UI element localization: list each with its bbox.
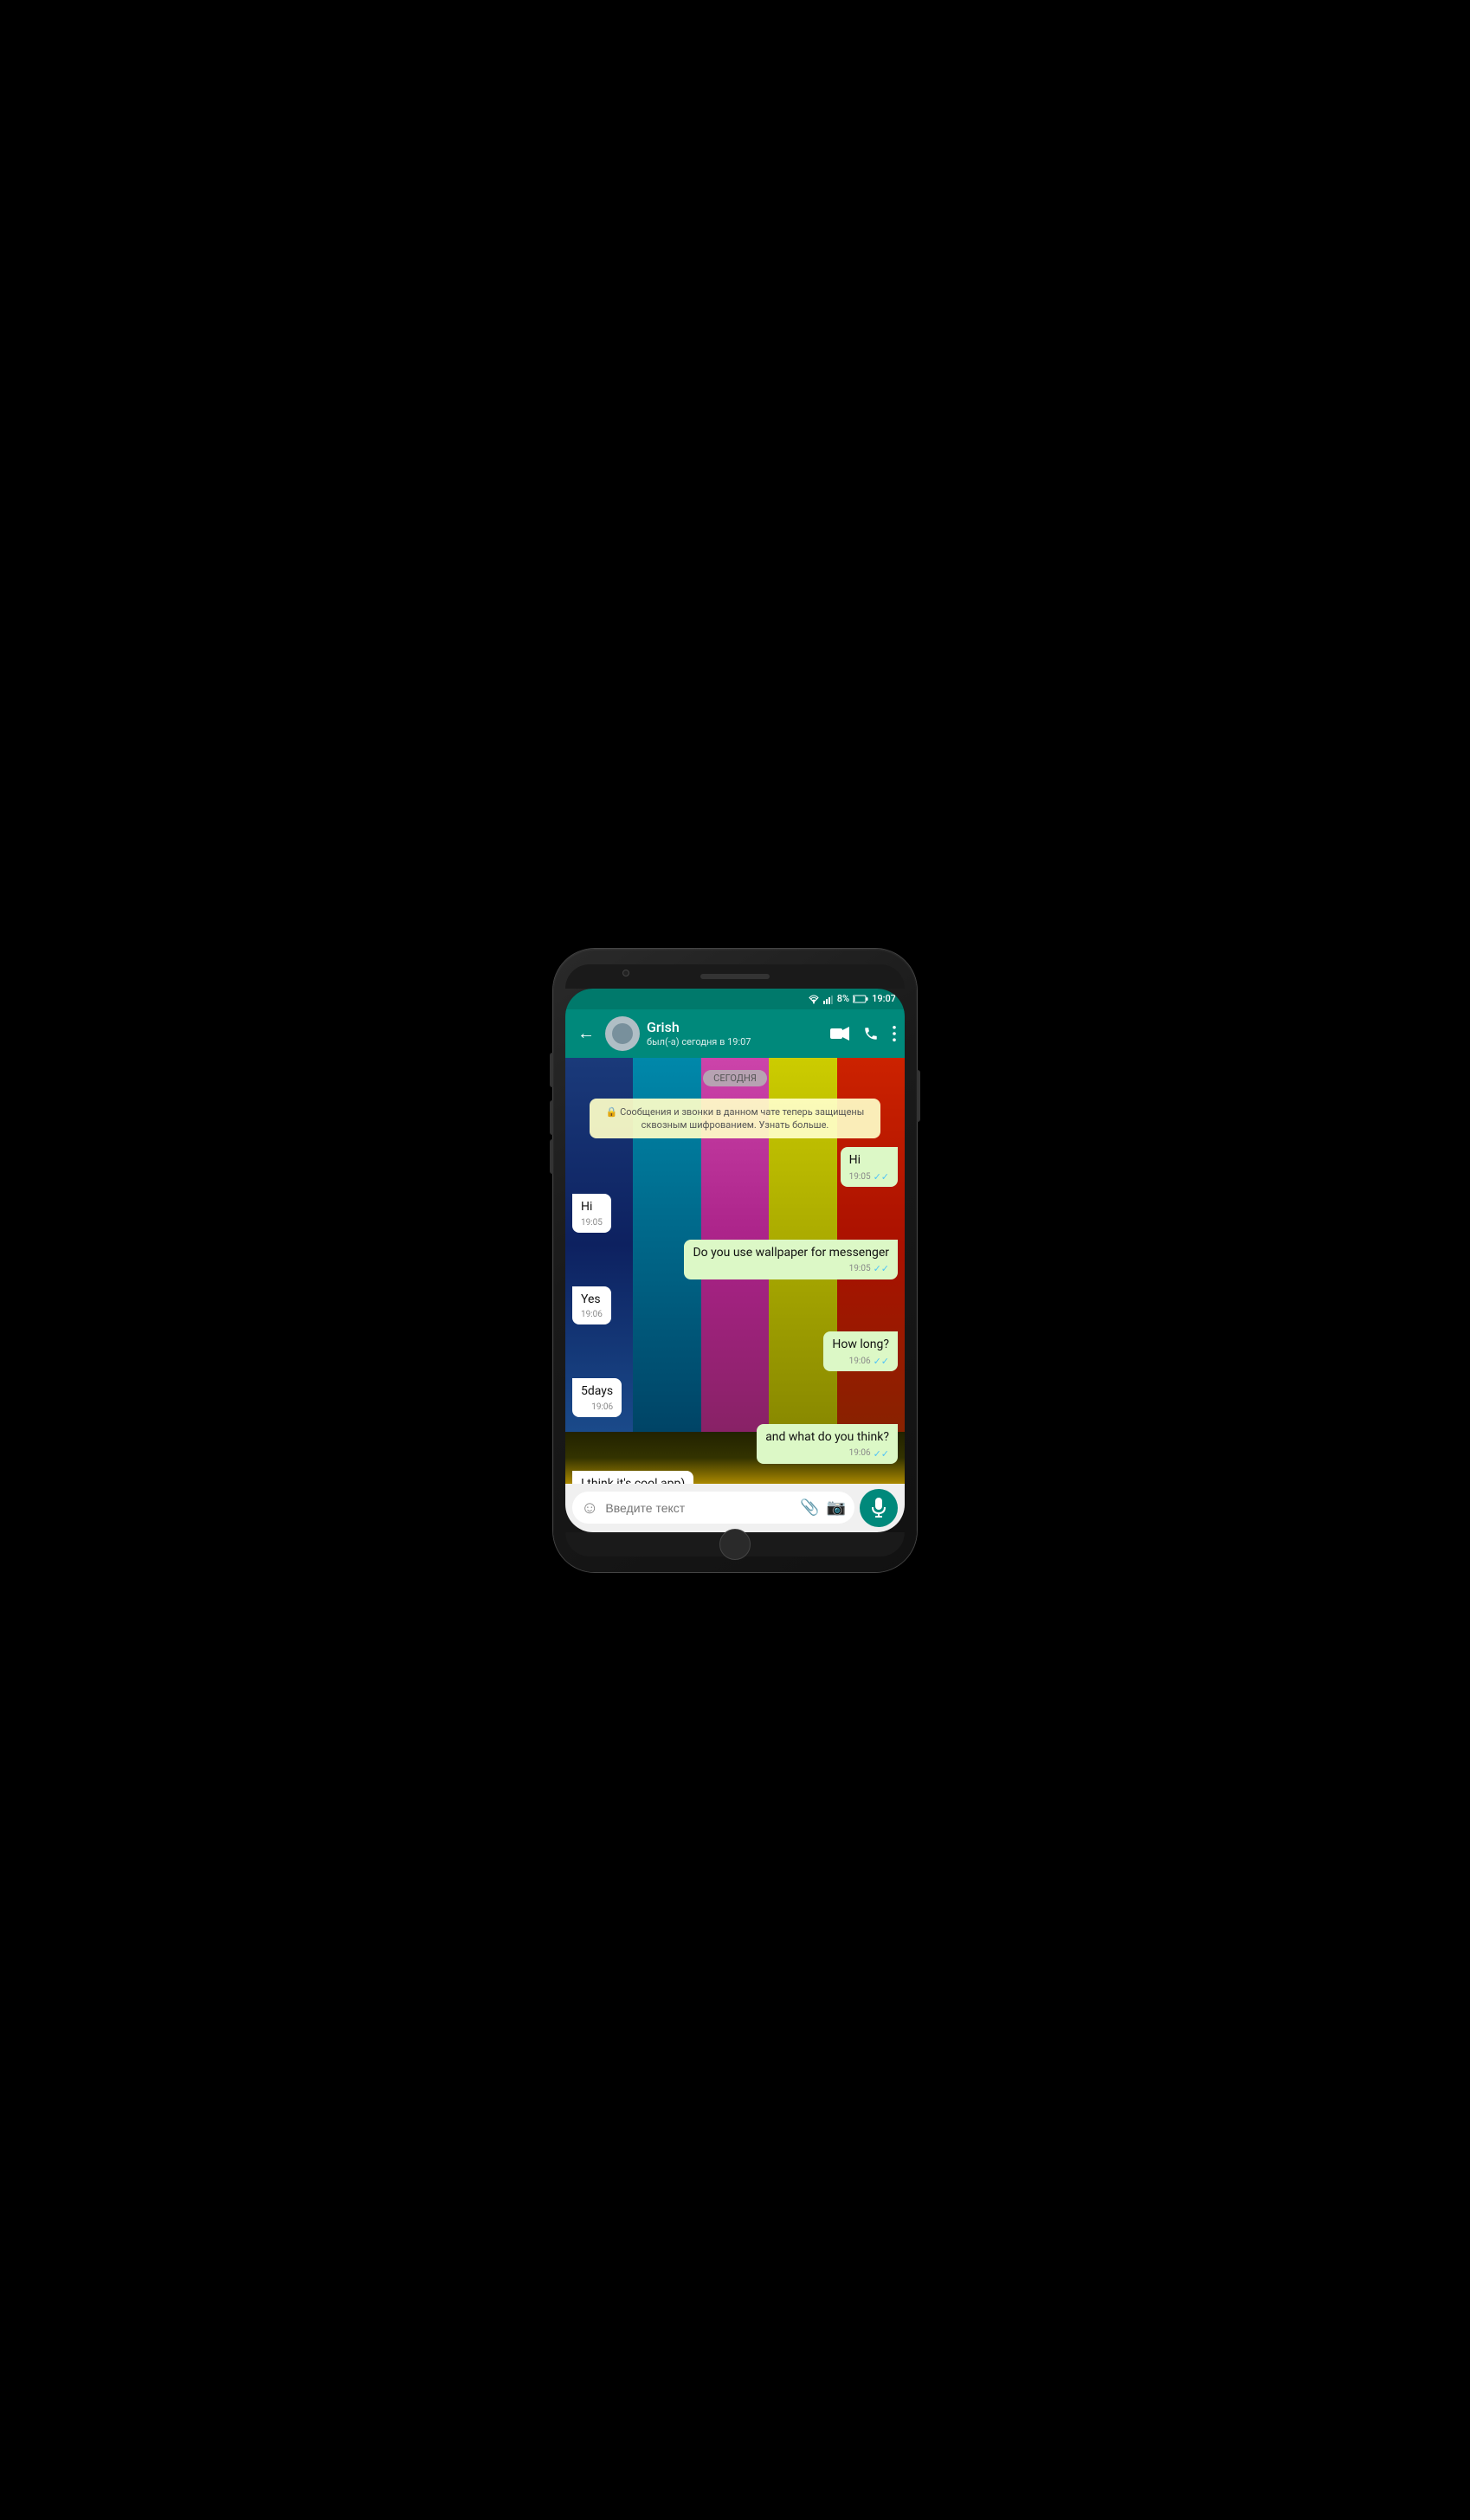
- phone-device: 8% 19:07 ← Grish был(-а) сегодня в 19:07: [553, 949, 917, 1572]
- message-meta: 19:06 ✓✓: [765, 1447, 889, 1460]
- avatar: [605, 1016, 640, 1051]
- contact-status: был(-а) сегодня в 19:07: [647, 1036, 823, 1047]
- message-meta: 19:05: [581, 1217, 603, 1229]
- message-bubble: Hi 19:05 ✓✓: [841, 1147, 898, 1187]
- message-row: Do you use wallpaper for messenger 19:05…: [572, 1240, 898, 1279]
- message-time: 19:06: [591, 1402, 613, 1414]
- message-bubble: I think it's cool app) 19:07: [572, 1471, 693, 1484]
- chat-header: ← Grish был(-а) сегодня в 19:07: [565, 1009, 905, 1058]
- message-text: and what do you think?: [765, 1430, 889, 1444]
- time-text: 19:07: [872, 993, 896, 1004]
- message-text: Yes: [581, 1292, 601, 1306]
- message-time: 19:06: [849, 1447, 871, 1460]
- emoji-button[interactable]: ☺: [581, 1497, 598, 1518]
- message-meta: 19:05 ✓✓: [693, 1262, 889, 1275]
- message-bubble: Yes 19:06: [572, 1286, 611, 1325]
- date-badge: СЕГОДНЯ: [703, 1070, 767, 1086]
- message-meta: 19:06 ✓✓: [832, 1355, 889, 1368]
- message-bubble: and what do you think? 19:06 ✓✓: [757, 1424, 898, 1464]
- message-time: 19:06: [849, 1356, 871, 1368]
- message-bubble: 5days 19:06: [572, 1378, 622, 1417]
- mic-button[interactable]: [860, 1489, 898, 1527]
- message-row: Hi 19:05 ✓✓: [572, 1147, 898, 1187]
- attach-button[interactable]: 📎: [800, 1498, 819, 1517]
- chat-area: СЕГОДНЯ 🔒 Сообщения и звонки в данном ча…: [565, 1058, 905, 1484]
- call-icon[interactable]: [863, 1026, 879, 1041]
- mic-icon: [871, 1498, 887, 1518]
- contact-info: Grish был(-а) сегодня в 19:07: [647, 1019, 823, 1047]
- message-row: Hi 19:05: [572, 1194, 898, 1233]
- home-button[interactable]: [719, 1529, 751, 1560]
- message-time: 19:06: [581, 1309, 603, 1321]
- message-text: I think it's cool app): [581, 1477, 685, 1484]
- message-text: 5days: [581, 1384, 613, 1398]
- message-meta: 19:06: [581, 1309, 603, 1321]
- front-camera: [622, 970, 629, 976]
- message-bubble: Hi 19:05: [572, 1194, 611, 1233]
- message-row: and what do you think? 19:06 ✓✓: [572, 1424, 898, 1464]
- message-row: Yes 19:06: [572, 1286, 898, 1325]
- back-button[interactable]: ←: [574, 1019, 598, 1047]
- header-actions: [830, 1026, 896, 1041]
- message-input[interactable]: [605, 1501, 793, 1515]
- message-text: Hi: [581, 1200, 592, 1214]
- read-receipt: ✓✓: [874, 1447, 889, 1460]
- message-time: 19:05: [849, 1171, 871, 1183]
- speaker-grille: [700, 974, 770, 979]
- input-bar: ☺ 📎 📷: [565, 1484, 905, 1532]
- contact-name[interactable]: Grish: [647, 1019, 823, 1035]
- encryption-text: 🔒 Сообщения и звонки в данном чате тепер…: [600, 1105, 870, 1132]
- read-receipt: ✓✓: [874, 1355, 889, 1368]
- message-row: 5days 19:06: [572, 1378, 898, 1417]
- message-bubble: Do you use wallpaper for messenger 19:05…: [684, 1240, 898, 1279]
- video-call-icon[interactable]: [830, 1027, 849, 1041]
- status-bar: 8% 19:07: [565, 989, 905, 1009]
- message-row: How long? 19:06 ✓✓: [572, 1331, 898, 1371]
- battery-icon: [853, 995, 868, 1003]
- message-row: I think it's cool app) 19:07: [572, 1471, 898, 1484]
- phone-top-bar: [565, 964, 905, 989]
- signal-icon: [823, 994, 834, 1004]
- read-receipt: ✓✓: [874, 1262, 889, 1275]
- camera-button[interactable]: 📷: [827, 1498, 846, 1517]
- wifi-icon: [808, 994, 820, 1004]
- message-time: 19:05: [581, 1217, 603, 1229]
- input-wrap: ☺ 📎 📷: [572, 1492, 854, 1524]
- message-text: Hi: [849, 1153, 861, 1167]
- encryption-notice: 🔒 Сообщения и звонки в данном чате тепер…: [590, 1099, 880, 1139]
- message-bubble: How long? 19:06 ✓✓: [823, 1331, 898, 1371]
- message-text: Do you use wallpaper for messenger: [693, 1246, 889, 1260]
- phone-screen: 8% 19:07 ← Grish был(-а) сегодня в 19:07: [565, 989, 905, 1532]
- more-options-icon[interactable]: [893, 1026, 896, 1041]
- status-icons: 8% 19:07: [808, 993, 896, 1004]
- avatar-inner: [612, 1023, 633, 1044]
- phone-bottom-bar: [565, 1532, 905, 1556]
- message-meta: 19:05 ✓✓: [849, 1170, 889, 1183]
- messages-container: СЕГОДНЯ 🔒 Сообщения и звонки в данном ча…: [565, 1058, 905, 1484]
- message-time: 19:05: [849, 1263, 871, 1275]
- read-receipt: ✓✓: [874, 1170, 889, 1183]
- message-text: How long?: [832, 1337, 889, 1351]
- message-meta: 19:06: [581, 1402, 613, 1414]
- battery-text: 8%: [837, 993, 849, 1004]
